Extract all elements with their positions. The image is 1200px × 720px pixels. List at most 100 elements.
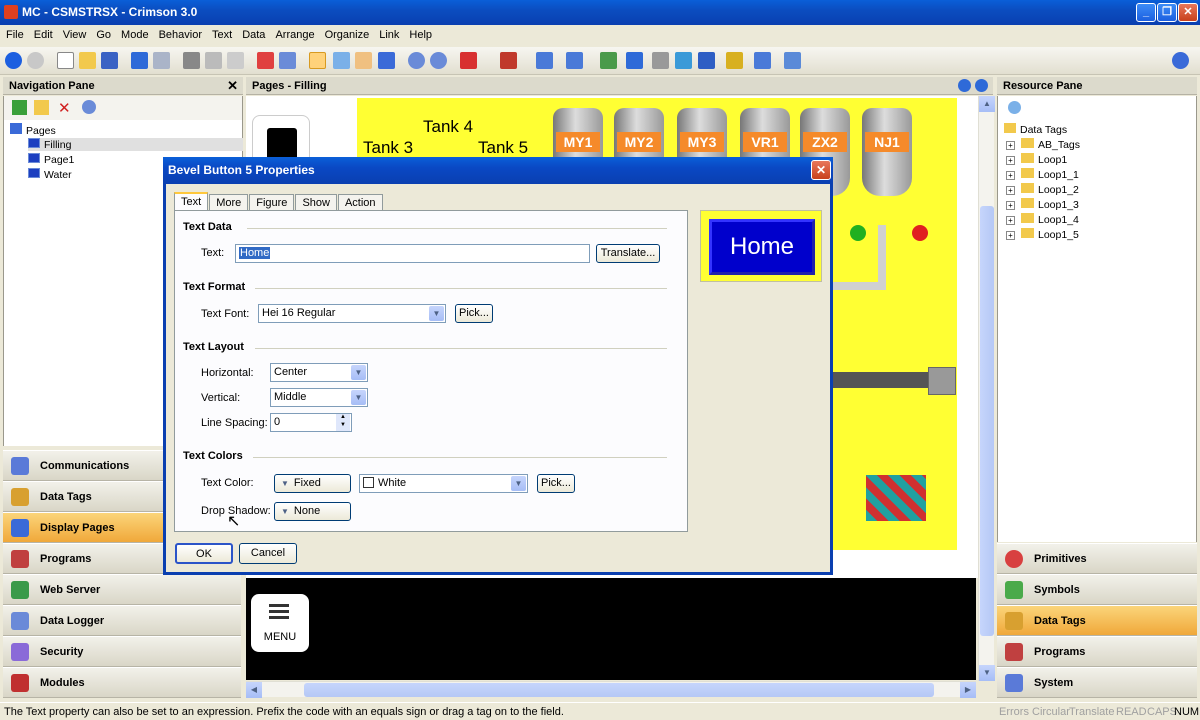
menu-behavior[interactable]: Behavior xyxy=(153,25,206,41)
layer-icon[interactable] xyxy=(626,52,643,69)
tree-item-page1[interactable]: Page1 xyxy=(28,153,74,166)
expand-icon[interactable]: + xyxy=(1006,186,1015,195)
resource-item-loop1-2[interactable]: + Loop1_2 xyxy=(1006,183,1079,196)
vertical-select[interactable]: Middle ▼ xyxy=(270,388,368,407)
copy-icon[interactable] xyxy=(205,52,222,69)
tool-icon[interactable] xyxy=(257,52,274,69)
text-tool-icon[interactable] xyxy=(378,52,395,69)
menu-help[interactable]: Help xyxy=(403,25,436,41)
distribute-icon[interactable] xyxy=(566,52,583,69)
translate-button[interactable]: Translate... xyxy=(596,244,660,263)
vertical-scroll-thumb[interactable] xyxy=(980,206,994,636)
save-icon[interactable] xyxy=(101,52,118,69)
align-icon[interactable] xyxy=(536,52,553,69)
tab-show[interactable]: Show xyxy=(295,194,337,211)
expand-icon[interactable]: + xyxy=(1006,156,1015,165)
tab-action[interactable]: Action xyxy=(337,194,383,211)
nav-section-web-server[interactable]: Web Server xyxy=(3,574,241,605)
tab-figure[interactable]: Figure xyxy=(249,194,295,211)
cut-icon[interactable] xyxy=(183,52,200,69)
zoom-in-icon[interactable] xyxy=(408,52,425,69)
zoom-icon[interactable] xyxy=(333,52,350,69)
resource-section-symbols[interactable]: Symbols xyxy=(997,574,1197,605)
expand-icon[interactable]: + xyxy=(1006,201,1015,210)
nav-up-icon[interactable] xyxy=(975,79,988,92)
open-icon[interactable] xyxy=(79,52,96,69)
menu-go[interactable]: Go xyxy=(90,25,115,41)
tank-nj1[interactable] xyxy=(862,108,912,196)
resource-root-data-tags[interactable]: Data Tags xyxy=(1004,123,1067,136)
find-icon[interactable] xyxy=(82,100,96,114)
help-icon[interactable] xyxy=(1172,52,1189,69)
font-icon[interactable] xyxy=(675,52,692,69)
font-pick-button[interactable]: Pick... xyxy=(455,304,493,323)
wand-icon[interactable] xyxy=(784,52,801,69)
bold-icon[interactable] xyxy=(698,52,715,69)
flag-icon[interactable] xyxy=(500,52,517,69)
nav-section-modules[interactable]: Modules xyxy=(3,667,241,698)
menu-link[interactable]: Link xyxy=(373,25,403,41)
cancel-button[interactable]: Cancel xyxy=(239,543,297,564)
resource-section-system[interactable]: System xyxy=(997,667,1197,698)
delete-icon[interactable]: ✕ xyxy=(58,99,71,117)
dropdown-arrow-icon[interactable]: ▼ xyxy=(429,306,444,321)
close-window-button[interactable]: ✕ xyxy=(1178,3,1198,22)
undo-icon[interactable] xyxy=(131,52,148,69)
tab-text[interactable]: Text xyxy=(174,192,209,211)
maximize-button[interactable]: ❐ xyxy=(1157,3,1177,22)
menu-edit[interactable]: Edit xyxy=(28,25,57,41)
resource-item-loop1-5[interactable]: + Loop1_5 xyxy=(1006,228,1079,241)
horizontal-scroll-thumb[interactable] xyxy=(304,683,934,697)
back-icon[interactable] xyxy=(5,52,22,69)
scroll-down-icon[interactable]: ▼ xyxy=(979,665,995,681)
menu-text[interactable]: Text xyxy=(206,25,236,41)
ok-button[interactable]: OK xyxy=(175,543,233,564)
text-color-select[interactable]: White ▼ xyxy=(359,474,528,493)
horizontal-select[interactable]: Center ▼ xyxy=(270,363,368,382)
nav-section-data-logger[interactable]: Data Logger xyxy=(3,605,241,636)
minimize-button[interactable]: _ xyxy=(1136,3,1156,22)
new-icon[interactable] xyxy=(57,52,74,69)
expand-icon[interactable]: + xyxy=(1006,216,1015,225)
paste-icon[interactable] xyxy=(227,52,244,69)
line-spacing-stepper[interactable]: 0 ▲ ▼ xyxy=(270,413,352,432)
drop-shadow-button[interactable]: ▼ None xyxy=(274,502,351,521)
order-icon[interactable] xyxy=(600,52,617,69)
text-font-select[interactable]: Hei 16 Regular ▼ xyxy=(258,304,446,323)
expand-icon[interactable]: + xyxy=(1006,171,1015,180)
menu-arrange[interactable]: Arrange xyxy=(269,25,318,41)
resource-section-data-tags[interactable]: Data Tags xyxy=(997,605,1197,636)
resource-item-loop1[interactable]: + Loop1 xyxy=(1006,153,1067,166)
tree-item-filling[interactable]: Filling xyxy=(28,138,243,151)
stepper-up-icon[interactable]: ▲ xyxy=(336,414,350,422)
add-folder-icon[interactable] xyxy=(34,100,49,115)
dropdown-arrow-icon[interactable]: ▼ xyxy=(351,365,366,380)
group-icon[interactable] xyxy=(279,52,296,69)
menu-data[interactable]: Data xyxy=(236,25,269,41)
tree-root-pages[interactable]: Pages xyxy=(10,123,56,137)
grid-icon[interactable] xyxy=(460,52,477,69)
resource-section-programs[interactable]: Programs xyxy=(997,636,1197,667)
nav-section-security[interactable]: Security xyxy=(3,636,241,667)
menu-file[interactable]: File xyxy=(0,25,28,41)
select-arrow-icon[interactable] xyxy=(309,52,326,69)
horizontal-scrollbar[interactable]: ◀ ▶ xyxy=(246,681,976,698)
color-pick-button[interactable]: Pick... xyxy=(537,474,575,493)
hazard-block[interactable] xyxy=(866,475,926,521)
monitor-icon[interactable] xyxy=(754,52,771,69)
tree-item-water[interactable]: Water xyxy=(28,168,72,181)
resource-item-loop1-1[interactable]: + Loop1_1 xyxy=(1006,168,1079,181)
redo-icon[interactable] xyxy=(153,52,170,69)
text-color-mode-button[interactable]: ▼ Fixed xyxy=(274,474,351,493)
tab-more[interactable]: More xyxy=(209,194,249,211)
stepper-down-icon[interactable]: ▼ xyxy=(336,422,350,431)
image-icon[interactable] xyxy=(652,52,669,69)
add-page-icon[interactable] xyxy=(12,100,27,115)
forward-icon[interactable] xyxy=(27,52,44,69)
nav-down-icon[interactable] xyxy=(958,79,971,92)
expand-icon[interactable]: + xyxy=(1006,231,1015,240)
expand-icon[interactable]: + xyxy=(1006,141,1015,150)
scroll-right-icon[interactable]: ▶ xyxy=(960,682,976,698)
resource-section-primitives[interactable]: Primitives xyxy=(997,543,1197,574)
vertical-scrollbar[interactable]: ▲ ▼ xyxy=(978,96,995,681)
